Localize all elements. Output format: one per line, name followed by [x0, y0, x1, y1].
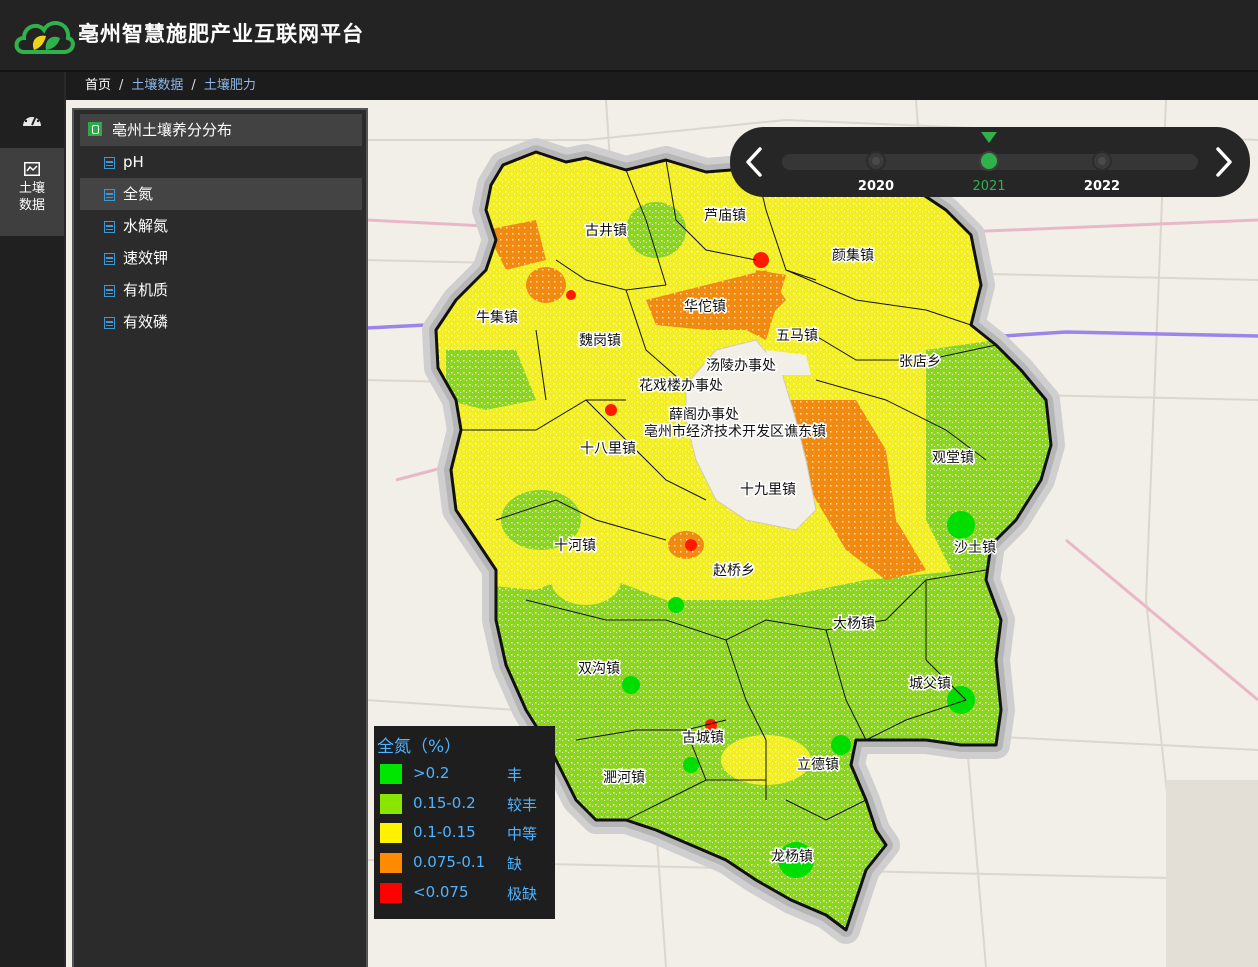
legend-row: 0.1-0.15 中等	[380, 822, 550, 844]
timeline-pointer-icon	[981, 132, 997, 143]
legend-swatch	[380, 883, 402, 903]
sidebar-item-organic-matter[interactable]: 有机质	[80, 274, 362, 306]
map-label-wuma: 五马镇	[776, 328, 818, 344]
legend-range: 0.15-0.2	[413, 794, 476, 812]
legend-row: 0.15-0.2 较丰	[380, 793, 550, 815]
legend-grade: 极缺	[507, 885, 538, 903]
sidebar-item-label: 水解氮	[123, 217, 169, 235]
map-label-xueges: 薛阁办事处	[669, 407, 739, 423]
nav-soil-label-line1: 土壤	[18, 181, 45, 196]
map-label-niuji: 牛集镇	[476, 309, 518, 326]
timeline-node-2022[interactable]	[1092, 151, 1112, 171]
basemap-city-area	[1166, 780, 1258, 967]
sidebar-panel: 亳州土壤养分分布 pH 全氮 水解氮 速效钾 有机质 有效磷	[72, 108, 368, 967]
map-label-huatuo: 华佗镇	[684, 298, 726, 315]
timeline-year-label[interactable]: 2022	[1072, 179, 1132, 194]
map-label-huaxi: 花戏楼办事处	[639, 378, 723, 394]
chevron-left-icon[interactable]	[740, 143, 770, 181]
dashboard-gauge-icon	[23, 112, 41, 126]
legend-range: 0.075-0.1	[413, 853, 486, 871]
breadcrumb-soil-data[interactable]: 土壤数据	[131, 78, 183, 93]
nav-item-soil-data[interactable]: 土壤 数据	[0, 148, 64, 236]
nav-soil-label-line2: 数据	[18, 198, 45, 213]
legend-swatch	[380, 853, 402, 873]
nav-item-dashboard[interactable]	[0, 100, 64, 140]
breadcrumb-separator: /	[191, 78, 196, 93]
map-label-shatu: 沙土镇	[954, 540, 996, 556]
map-label-lumiao: 芦庙镇	[704, 208, 746, 224]
map-label-guantang: 观堂镇	[932, 450, 974, 466]
tree-root-label: 亳州土壤养分分布	[112, 121, 233, 139]
timeline-node-2021[interactable]	[979, 151, 999, 171]
document-icon	[104, 157, 115, 169]
map-layer-icon	[88, 122, 102, 136]
map-label-weigang: 魏岗镇	[579, 333, 621, 349]
legend-range: 0.1-0.15	[413, 823, 476, 841]
map-label-tangling: 汤陵办事处	[706, 358, 776, 374]
breadcrumb-home[interactable]: 首页	[85, 78, 111, 93]
legend-swatch	[380, 823, 402, 843]
left-nav: 土壤 数据	[0, 72, 66, 967]
map-label-shibali: 十八里镇	[580, 441, 636, 457]
sidebar-item-label: 速效钾	[123, 249, 169, 267]
map-label-shijiuli: 十九里镇	[740, 482, 796, 498]
map-label-feihe: 淝河镇	[603, 770, 645, 786]
sidebar-item-label: 有机质	[123, 281, 169, 299]
map-legend: 全氮（%） >0.2 丰 0.15-0.2 较丰 0.1-0.15 中等 0.0…	[374, 726, 555, 919]
legend-range: <0.075	[413, 883, 469, 901]
legend-range: >0.2	[413, 764, 450, 782]
document-icon	[104, 317, 115, 329]
map-label-shihe: 十河镇	[554, 538, 596, 554]
legend-grade: 缺	[507, 855, 523, 873]
line-chart-icon	[24, 162, 40, 176]
legend-swatch	[380, 794, 402, 814]
legend-title: 全氮（%）	[377, 737, 462, 757]
legend-grade: 丰	[507, 766, 523, 784]
sidebar-item-total-nitrogen[interactable]: 全氮	[80, 178, 362, 210]
map-label-shuanggou: 双沟镇	[578, 661, 620, 677]
tree-root[interactable]: 亳州土壤养分分布	[80, 114, 362, 146]
sidebar-item-available-potassium[interactable]: 速效钾	[80, 242, 362, 274]
map-label-gucheng: 古城镇	[682, 730, 724, 746]
app-header: 亳州智慧施肥产业互联网平台	[0, 0, 1258, 72]
cloud-leaf-logo-icon	[14, 21, 75, 54]
map-label-yanji: 颜集镇	[832, 247, 874, 264]
sidebar-item-ph[interactable]: pH	[80, 146, 362, 178]
chevron-right-icon[interactable]	[1208, 143, 1238, 181]
legend-row: 0.075-0.1 缺	[380, 852, 550, 874]
breadcrumb-separator: /	[119, 78, 124, 93]
timeline-year-label-selected[interactable]: 2021	[959, 179, 1019, 194]
breadcrumb: 首页 / 土壤数据 / 土壤肥力	[66, 72, 1258, 100]
map-label-dayang: 大杨镇	[833, 616, 875, 632]
sidebar-item-label: 全氮	[123, 185, 154, 203]
year-timeline: 2020 2021 2022	[730, 127, 1250, 197]
legend-grade: 中等	[507, 825, 538, 843]
map-label-longyang: 龙杨镇	[771, 849, 813, 865]
document-icon	[104, 285, 115, 297]
document-icon	[104, 253, 115, 265]
map-label-zhangdian: 张店乡	[899, 354, 941, 370]
app-title: 亳州智慧施肥产业互联网平台	[78, 22, 364, 46]
map-label-lide: 立德镇	[797, 757, 839, 773]
sidebar-item-available-phosphorus[interactable]: 有效磷	[80, 306, 362, 338]
sidebar-item-hydrolyzable-nitrogen[interactable]: 水解氮	[80, 210, 362, 242]
legend-row: >0.2 丰	[380, 763, 550, 785]
timeline-node-2020[interactable]	[866, 151, 886, 171]
legend-grade: 较丰	[507, 796, 538, 814]
document-icon	[104, 189, 115, 201]
map-label-zhaoqiao: 赵桥乡	[713, 563, 755, 579]
timeline-year-label[interactable]: 2020	[846, 179, 906, 194]
map-label-gujing: 古井镇	[585, 223, 627, 239]
document-icon	[104, 221, 115, 233]
map-label-kaifaqu: 亳州市经济技术开发区谯东镇	[644, 423, 826, 440]
map-label-chengfu: 城父镇	[909, 676, 951, 692]
breadcrumb-soil-fertility[interactable]: 土壤肥力	[204, 78, 256, 93]
sidebar-item-label: pH	[123, 153, 144, 171]
legend-row: <0.075 极缺	[380, 882, 550, 904]
sidebar-item-label: 有效磷	[123, 313, 169, 331]
legend-swatch	[380, 764, 402, 784]
map-content: 古井镇 芦庙镇 颜集镇 牛集镇 华佗镇 五马镇 魏岗镇 汤陵办事处 张店乡 花戏…	[66, 100, 1258, 967]
